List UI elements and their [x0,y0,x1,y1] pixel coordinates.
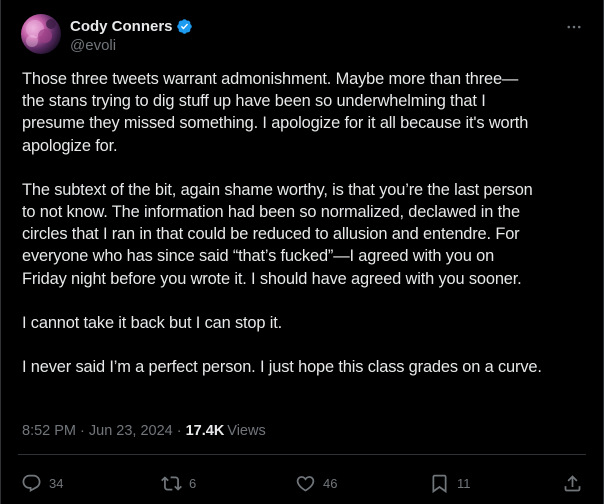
bookmark-icon [429,473,450,494]
heart-icon [295,473,316,494]
reply-count: 34 [49,475,64,491]
views-label: Views [227,423,266,439]
like-count: 46 [323,475,338,491]
like-button[interactable]: 46 [295,471,337,495]
tweet-text: Those three tweets warrant admonishment.… [22,68,588,400]
tweet-paragraph: I never said I’m a perfect person. I jus… [22,358,542,377]
more-options-icon[interactable] [563,16,585,38]
tweet-header: Cody Conners @evoli [21,14,585,58]
avatar[interactable] [21,14,61,54]
tweet-paragraph: I cannot take it back but I can stop it. [22,313,283,332]
views-count: 17.4K [185,423,225,439]
verified-badge-icon[interactable] [176,18,193,35]
avatar-image-icon [26,19,56,47]
tweet-card: Cody Conners @evoli Those three tweets w… [0,0,604,504]
display-name-row: Cody Conners [70,16,193,36]
share-button[interactable] [562,471,583,495]
reply-button[interactable]: 34 [21,471,63,495]
tweet-timestamp[interactable]: 8:52 PM · Jun 23, 2024 [22,423,173,439]
meta-separator: · [176,423,182,439]
author-names: Cody Conners @evoli [70,16,193,54]
author-handle[interactable]: @evoli [70,37,193,54]
divider [18,454,586,455]
repost-icon [161,473,182,494]
bookmark-count: 11 [457,475,471,491]
bookmark-button[interactable]: 11 [429,471,471,495]
reply-icon [21,473,42,494]
display-name[interactable]: Cody Conners [70,18,173,35]
tweet-paragraph: Those three tweets warrant admonishment.… [22,70,529,155]
action-bar: 34 6 46 11 [21,471,587,495]
share-icon [562,473,583,494]
repost-button[interactable]: 6 [161,471,196,495]
repost-count: 6 [189,475,197,491]
tweet-meta: 8:52 PM · Jun 23, 2024 · 17.4K Views [22,423,266,439]
tweet-paragraph: The subtext of the bit, again shame wort… [22,180,533,288]
